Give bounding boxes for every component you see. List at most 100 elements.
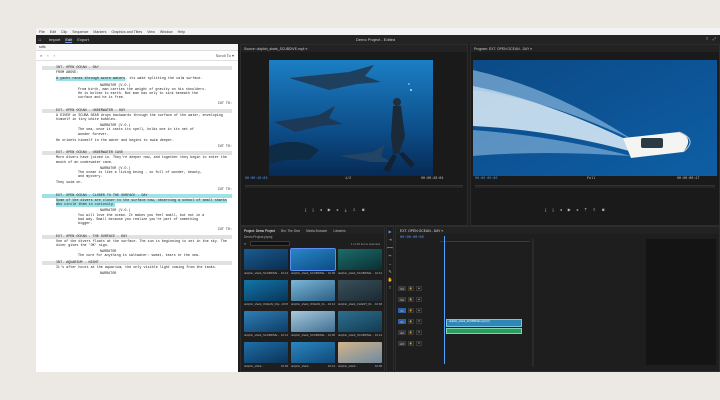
lock-icon[interactable]: 🔒 [408, 330, 414, 335]
hand-icon[interactable]: ✋ [388, 277, 393, 282]
tab-media-browser[interactable]: Media Browser [306, 229, 327, 233]
timeline-timecode[interactable]: 00:00:00:00 [400, 236, 424, 240]
clip-thumbnail[interactable] [244, 311, 288, 332]
tab-libraries[interactable]: Libraries [333, 229, 345, 233]
eye-icon[interactable]: ◉ [416, 297, 422, 302]
slip-icon[interactable]: ↔ [388, 261, 392, 266]
camera-icon[interactable]: ◙ [362, 207, 364, 212]
source-zoom[interactable]: 1/2 [345, 177, 351, 181]
lock-icon[interactable]: 🔒 [408, 308, 414, 313]
chevron-right-icon[interactable]: › [54, 53, 55, 58]
source-timecode-in[interactable]: 00:00:10:03 [245, 177, 267, 181]
workspace-edit[interactable]: Edit [65, 37, 73, 43]
eye-icon[interactable]: ◉ [416, 308, 422, 313]
menu-file[interactable]: File [39, 30, 45, 34]
lock-icon[interactable]: 🔒 [408, 286, 414, 291]
step-back-icon[interactable]: ◂ [320, 207, 322, 212]
clip-thumbnail[interactable] [244, 249, 288, 270]
eye-icon[interactable]: ◉ [416, 286, 422, 291]
highlighted-text[interactable]: Some of the divers are closer to the sur… [56, 199, 227, 208]
fullscreen-icon[interactable]: ⤢ [713, 36, 716, 41]
clip-item[interactable]: dolphin_shark... 10:14 [291, 342, 335, 370]
mark-in-icon[interactable]: { [545, 207, 546, 212]
insert-icon[interactable]: ⤓ [345, 207, 347, 212]
mute-icon[interactable]: M [416, 341, 422, 346]
workspace-export[interactable]: Export [77, 37, 89, 42]
menu-graphics[interactable]: Graphics and Titles [111, 30, 142, 34]
lift-icon[interactable]: ⤒ [585, 207, 587, 212]
program-scrub-bar[interactable] [475, 185, 715, 188]
track-label[interactable]: V3 [398, 286, 406, 291]
play-icon[interactable]: ▶ [328, 207, 331, 212]
workspace-import[interactable]: Import [49, 37, 60, 42]
sequence-tab[interactable]: EXT. OPEN OCEAN - DAY ≡ [396, 227, 719, 234]
clip-item[interactable]: dolphin_shark... 10:06 [338, 342, 382, 370]
timeline-clip[interactable]: dolphin_shark_SCUBDIVE.mp4 [V] [446, 319, 522, 327]
ripple-edit-icon[interactable]: ⟷ [387, 245, 393, 250]
clip-thumbnail[interactable] [244, 280, 288, 301]
menu-sequence[interactable]: Sequence [72, 30, 88, 34]
project-search-input[interactable] [250, 241, 291, 246]
clip-thumbnail[interactable] [291, 342, 335, 363]
clip-item[interactable]: dolphin_shark_SCUBDIVE... 10:14 [338, 249, 382, 277]
chevron-left-icon[interactable]: ‹ [47, 53, 48, 58]
mute-icon[interactable]: M [416, 330, 422, 335]
overwrite-icon[interactable]: ⇩ [353, 207, 356, 212]
clip-thumbnail[interactable] [291, 280, 335, 301]
source-scrub-bar[interactable] [245, 185, 463, 188]
clip-thumbnail[interactable] [290, 248, 336, 271]
menu-markers[interactable]: Markers [93, 30, 106, 34]
clip-item[interactable]: dolphin_shark_SCUBDIVE... 10:14 [244, 311, 288, 339]
play-icon[interactable]: ▶ [568, 207, 571, 212]
search-icon[interactable]: ⌕ [40, 53, 42, 58]
track-select-icon[interactable]: ⇥ [388, 237, 391, 242]
scrollbar[interactable] [532, 239, 534, 367]
track-label[interactable]: A3 [398, 341, 406, 346]
lock-icon[interactable]: 🔒 [408, 341, 414, 346]
step-back-icon[interactable]: ◂ [560, 207, 562, 212]
razor-icon[interactable]: ✂ [388, 253, 391, 258]
highlighted-text[interactable]: A yacht races through azure waters [56, 77, 126, 82]
script-tab[interactable]: sdfs [36, 44, 238, 51]
step-forward-icon[interactable]: ▸ [337, 207, 339, 212]
camera-icon[interactable]: ◙ [602, 207, 604, 212]
clip-thumbnail[interactable] [338, 280, 382, 301]
lock-icon[interactable]: 🔒 [408, 297, 414, 302]
menu-clip[interactable]: Clip [61, 30, 67, 34]
clip-item[interactable]: dolphin_shark_SCUBDIVE... 10:14 [244, 249, 288, 277]
clip-thumbnail[interactable] [244, 342, 288, 363]
tab-bin[interactable]: Bin: The Dive [281, 229, 300, 233]
track-label[interactable]: V2 [398, 297, 406, 302]
type-icon[interactable]: T [389, 285, 391, 290]
menu-help[interactable]: Help [178, 30, 185, 34]
program-timecode-in[interactable]: 00:00:00:00 [475, 177, 497, 181]
mute-icon[interactable]: M [416, 319, 422, 324]
clip-item[interactable]: dolphin_shark_OCEAN_Clip... 10:06 [244, 280, 288, 308]
mark-out-icon[interactable]: } [312, 207, 313, 212]
audio-clip[interactable] [446, 328, 522, 334]
clip-item[interactable]: dolphin_shark_CLIENT_ID... 10:06 [338, 280, 382, 308]
clip-thumbnail[interactable] [338, 311, 382, 332]
mark-out-icon[interactable]: } [552, 207, 553, 212]
menu-edit[interactable]: Edit [50, 30, 56, 34]
track-label[interactable]: A1 [398, 319, 406, 324]
clip-thumbnail[interactable] [291, 311, 335, 332]
extract-icon[interactable]: ⇧ [593, 207, 596, 212]
clip-thumbnail[interactable] [338, 342, 382, 363]
menu-window[interactable]: Window [160, 30, 173, 34]
track-label[interactable]: V1 [398, 308, 406, 313]
clip-thumbnail[interactable] [338, 249, 382, 270]
lock-icon[interactable]: 🔒 [408, 319, 414, 324]
clip-item[interactable]: dolphin_shark... 10:06 [244, 342, 288, 370]
track-label[interactable]: A2 [398, 330, 406, 335]
clip-item[interactable]: dolphin_shark_SCUBDIVE... 10:14 [338, 311, 382, 339]
scroll-to-dropdown[interactable]: Scroll To ▾ [216, 53, 234, 58]
pen-icon[interactable]: ✎ [388, 269, 391, 274]
menu-view[interactable]: View [147, 30, 155, 34]
tab-project[interactable]: Project: Demo Project [244, 229, 275, 233]
home-icon[interactable]: ⌂ [36, 35, 44, 44]
program-zoom[interactable]: Full [587, 177, 595, 181]
clip-item[interactable]: dolphin_shark_OCEAN_CL... 10:14 [291, 280, 335, 308]
clip-item[interactable]: dolphin_shark_SCUBDIVE... 10:06 [290, 248, 336, 277]
clip-item[interactable]: dolphin_shark_SCUBDIVE... 10:06 [291, 311, 335, 339]
